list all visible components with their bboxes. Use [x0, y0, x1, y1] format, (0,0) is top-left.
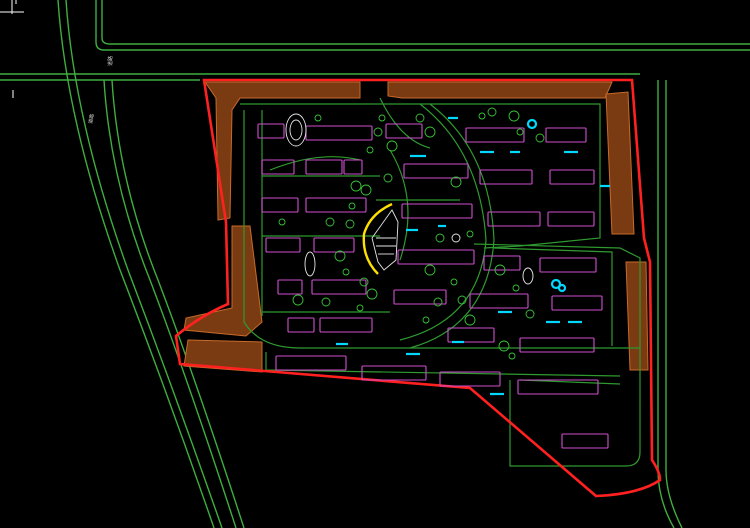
tree-symbol-icon: [278, 218, 286, 226]
tree-symbol-icon: [478, 112, 486, 120]
tree-symbol-icon: [535, 133, 545, 143]
tree-symbol-icon: [378, 114, 386, 122]
tree-symbol-icon: [516, 128, 524, 136]
tree-symbol-icon: [348, 202, 356, 210]
road-label-north: 道路: [107, 56, 114, 66]
tree-symbol-icon: [508, 110, 520, 122]
water-features: [336, 116, 610, 396]
tree-symbol-icon: [487, 107, 497, 117]
tree-symbol-icon: [433, 297, 443, 307]
tree-symbol-icon: [512, 284, 520, 292]
tree-symbol-icon: [424, 126, 436, 138]
tree-symbol-icon: [415, 113, 425, 123]
tree-symbol-icon: [422, 316, 430, 324]
tree-symbol-icon: [366, 288, 378, 300]
tree-symbol-icon: [359, 277, 369, 287]
landscape-trees: [278, 107, 545, 360]
residential-buildings: [257, 123, 609, 449]
tree-symbol-icon: [321, 297, 331, 307]
tree-symbol-icon: [464, 314, 476, 326]
cad-site-plan: 道路 道路: [0, 0, 750, 528]
tree-symbol-icon: [386, 140, 398, 152]
internal-roads: [240, 97, 641, 467]
tree-symbol-icon: [435, 233, 445, 243]
tree-symbol-icon: [356, 304, 364, 312]
tree-symbol-icon: [325, 217, 335, 227]
tree-symbol-icon: [366, 146, 374, 154]
tree-symbol-icon: [373, 127, 383, 137]
tree-symbol-icon: [383, 173, 393, 183]
tree-symbol-icon: [342, 268, 350, 276]
tree-symbol-icon: [292, 294, 304, 306]
ucs-crosshair-icon: [0, 0, 24, 14]
road-label-west: 道路: [87, 113, 96, 124]
tree-symbol-icon: [498, 340, 510, 352]
tree-symbol-icon: [450, 278, 458, 286]
tree-symbol-icon: [345, 219, 355, 229]
tree-symbol-icon: [424, 264, 436, 276]
green-buffer-strips: [183, 81, 649, 373]
tree-symbol-icon: [508, 352, 516, 360]
tree-symbol-icon: [314, 114, 322, 122]
tree-symbol-icon: [360, 184, 372, 196]
tree-symbol-icon: [350, 180, 362, 192]
tree-symbol-icon: [466, 230, 474, 238]
tree-symbol-icon: [525, 309, 535, 319]
